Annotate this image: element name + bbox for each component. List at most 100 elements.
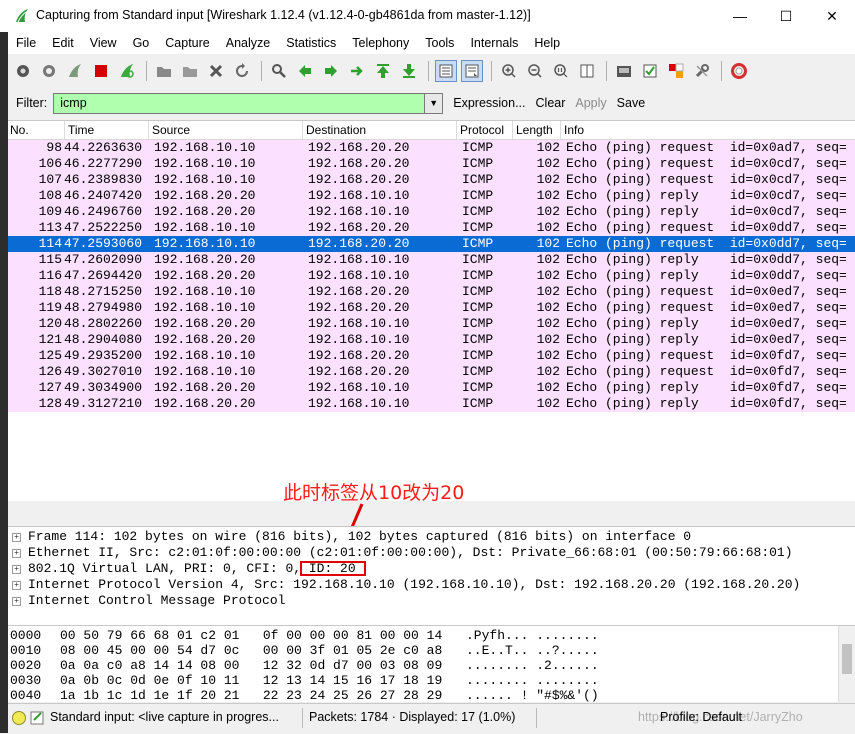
detail-icmp[interactable]: + Internet Control Message Protocol (8, 593, 855, 609)
open-file-icon[interactable] (153, 60, 175, 82)
table-row[interactable]: 98 44.2263630 192.168.10.10 192.168.20.20 IC… (8, 140, 855, 156)
expert-info-icon[interactable] (12, 711, 26, 725)
cell-info: Echo (ping) request id=0x0cd7, seq= (566, 172, 847, 187)
expand-icon[interactable]: + (12, 565, 21, 574)
start-capture-icon[interactable] (64, 60, 86, 82)
table-row[interactable]: 113 47.2522250 192.168.10.10 192.168.20.20 I… (8, 220, 855, 236)
table-row[interactable]: 109 46.2496760 192.168.20.20 192.168.10.10 I… (8, 204, 855, 220)
save-file-icon[interactable] (179, 60, 201, 82)
expand-icon[interactable]: + (12, 597, 21, 606)
expand-icon[interactable]: + (12, 581, 21, 590)
cell-time: 47.2694420 (64, 268, 143, 283)
interfaces-icon[interactable] (12, 60, 34, 82)
go-back-icon[interactable] (294, 60, 316, 82)
table-row[interactable]: 120 48.2802260 192.168.20.20 192.168.10.10 I… (8, 316, 855, 332)
cell-len: 102 (536, 252, 560, 267)
help-icon[interactable] (728, 60, 750, 82)
minimize-button[interactable]: — (717, 0, 763, 32)
apply-button[interactable]: Apply (575, 96, 606, 110)
expression-button[interactable]: Expression... (453, 96, 525, 110)
table-row[interactable]: 108 46.2407420 192.168.20.20 192.168.10.10 I… (8, 188, 855, 204)
go-forward-icon[interactable] (320, 60, 342, 82)
column-divider[interactable] (560, 121, 561, 139)
cell-time: 49.3027010 (64, 364, 143, 379)
menu-view[interactable]: View (82, 36, 125, 50)
column-header-source[interactable]: Source (152, 123, 190, 137)
detail-ethernet[interactable]: + Ethernet II, Src: c2:01:0f:00:00:00 (c2… (8, 545, 855, 561)
menu-analyze[interactable]: Analyze (218, 36, 278, 50)
table-row[interactable]: 116 47.2694420 192.168.20.20 192.168.10.10 I… (8, 268, 855, 284)
capture-comment-icon[interactable] (30, 710, 46, 726)
zoom-in-icon[interactable] (498, 60, 520, 82)
column-header-no[interactable]: No. (10, 123, 29, 137)
hex-dump[interactable]: 0000 00 50 79 66 68 01 c2 01 0f 00 00 00 … (8, 626, 855, 702)
find-packet-icon[interactable] (268, 60, 290, 82)
column-header-destination[interactable]: Destination (306, 123, 366, 137)
menu-statistics[interactable]: Statistics (278, 36, 344, 50)
column-header-time[interactable]: Time (68, 123, 94, 137)
status-profile[interactable]: Profile: Default (660, 710, 742, 724)
options-icon[interactable] (38, 60, 60, 82)
go-to-packet-icon[interactable] (346, 60, 368, 82)
hex-scrollbar[interactable] (838, 626, 855, 702)
packet-list[interactable]: No. Time Source Destination Protocol Len… (8, 120, 855, 501)
table-row[interactable]: 114 47.2593060 192.168.10.10 192.168.20.20 I… (8, 236, 855, 252)
close-button[interactable]: ✕ (809, 0, 855, 32)
coloring-rules-icon[interactable] (665, 60, 687, 82)
menu-telephony[interactable]: Telephony (344, 36, 417, 50)
column-divider[interactable] (456, 121, 457, 139)
first-packet-icon[interactable] (372, 60, 394, 82)
scroll-thumb[interactable] (842, 644, 852, 674)
table-row[interactable]: 115 47.2602090 192.168.20.20 192.168.10.10 I… (8, 252, 855, 268)
reload-icon[interactable] (231, 60, 253, 82)
toolbar-separator (721, 61, 722, 81)
restart-capture-icon[interactable] (116, 60, 138, 82)
table-row[interactable]: 127 49.3034900 192.168.20.20 192.168.10.10 I… (8, 380, 855, 396)
menu-tools[interactable]: Tools (417, 36, 462, 50)
column-divider[interactable] (512, 121, 513, 139)
table-row[interactable]: 119 48.2794980 192.168.10.10 192.168.20.20 I… (8, 300, 855, 316)
filter-label: Filter: (16, 96, 48, 110)
menu-file[interactable]: File (8, 36, 44, 50)
detail-ipv4[interactable]: + Internet Protocol Version 4, Src: 192.1… (8, 577, 855, 593)
column-header-info[interactable]: Info (564, 123, 584, 137)
last-packet-icon[interactable] (398, 60, 420, 82)
zoom-out-icon[interactable] (524, 60, 546, 82)
menu-edit[interactable]: Edit (44, 36, 82, 50)
zoom-normal-icon[interactable] (550, 60, 572, 82)
detail-frame[interactable]: + Frame 114: 102 bytes on wire (816 bits)… (8, 529, 855, 545)
resize-columns-icon[interactable] (576, 60, 598, 82)
colorize-icon[interactable] (435, 60, 457, 82)
menu-help[interactable]: Help (526, 36, 568, 50)
table-row[interactable]: 125 49.2935200 192.168.10.10 192.168.20.20 I… (8, 348, 855, 364)
column-divider[interactable] (148, 121, 149, 139)
table-row[interactable]: 121 48.2904080 192.168.20.20 192.168.10.10 I… (8, 332, 855, 348)
auto-scroll-icon[interactable] (461, 60, 483, 82)
close-file-icon[interactable] (205, 60, 227, 82)
column-divider[interactable] (64, 121, 65, 139)
capture-filters-icon[interactable] (613, 60, 635, 82)
column-header-length[interactable]: Length (516, 123, 553, 137)
detail-vlan[interactable]: +802.1Q Virtual LAN, PRI: 0, CFI: 0, ID:… (8, 561, 855, 577)
menu-go[interactable]: Go (125, 36, 158, 50)
column-header-protocol[interactable]: Protocol (460, 123, 504, 137)
column-divider[interactable] (302, 121, 303, 139)
table-row[interactable]: 106 46.2277290 192.168.10.10 192.168.20.20 I… (8, 156, 855, 172)
table-row[interactable]: 128 49.3127210 192.168.20.20 192.168.10.10 I… (8, 396, 855, 412)
packet-details[interactable]: + Frame 114: 102 bytes on wire (816 bits)… (8, 526, 855, 626)
save-filter-button[interactable]: Save (617, 96, 646, 110)
menu-internals[interactable]: Internals (462, 36, 526, 50)
clear-button[interactable]: Clear (536, 96, 566, 110)
table-row[interactable]: 118 48.2715250 192.168.10.10 192.168.20.20 I… (8, 284, 855, 300)
expand-icon[interactable]: + (12, 549, 21, 558)
filter-dropdown-arrow[interactable]: ▼ (425, 92, 444, 114)
maximize-button[interactable]: ☐ (763, 0, 809, 32)
display-filters-icon[interactable] (639, 60, 661, 82)
preferences-icon[interactable] (691, 60, 713, 82)
table-row[interactable]: 107 46.2389830 192.168.10.10 192.168.20.20 I… (8, 172, 855, 188)
filter-input[interactable]: icmp (53, 92, 426, 114)
table-row[interactable]: 126 49.3027010 192.168.10.10 192.168.20.20 I… (8, 364, 855, 380)
expand-icon[interactable]: + (12, 533, 21, 542)
stop-capture-icon[interactable] (90, 60, 112, 82)
menu-capture[interactable]: Capture (157, 36, 217, 50)
